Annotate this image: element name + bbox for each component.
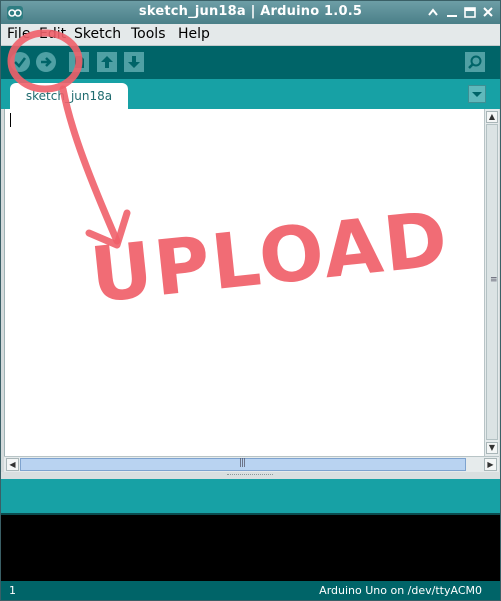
new-icon[interactable] [68, 51, 90, 73]
title-bar: sketch_jun18a | Arduino 1.0.5 [1, 1, 500, 24]
maximize-icon[interactable] [462, 5, 478, 20]
line-number: 1 [9, 584, 16, 597]
tab-menu-button[interactable] [468, 85, 486, 103]
menu-sketch[interactable]: Sketch [74, 26, 121, 43]
toolbar [1, 46, 500, 79]
minimize-icon[interactable] [444, 5, 460, 20]
verify-icon[interactable] [9, 51, 31, 73]
open-icon[interactable] [96, 51, 118, 73]
menu-tools[interactable]: Tools [131, 26, 166, 43]
scroll-up-icon[interactable]: ▲ [486, 111, 498, 123]
horizontal-scroll-thumb[interactable]: ||| [20, 458, 466, 471]
vertical-scroll-thumb[interactable]: ≡ [486, 124, 498, 440]
menu-bar: File Edit Sketch Tools Help [1, 24, 500, 46]
scroll-down-icon[interactable]: ▼ [486, 442, 498, 454]
triangle-down-icon [472, 92, 482, 97]
serial-monitor-icon[interactable] [464, 51, 486, 73]
menu-file[interactable]: File [7, 26, 30, 43]
board-port-label: Arduino Uno on /dev/ttyACM0 [319, 584, 482, 597]
move-up-icon[interactable] [425, 5, 441, 20]
arduino-window: sketch_jun18a | Arduino 1.0.5 File Edit … [0, 0, 501, 601]
scroll-right-icon[interactable]: ▶ [484, 458, 497, 471]
tab-sketch[interactable]: sketch_jun18a [10, 83, 128, 109]
text-caret [10, 113, 11, 127]
grip-icon: ||| [239, 458, 246, 468]
console-output [1, 513, 500, 583]
save-icon[interactable] [123, 51, 145, 73]
upload-icon[interactable] [35, 51, 57, 73]
status-footer: 1 Arduino Uno on /dev/ttyACM0 [1, 581, 500, 600]
pane-splitter[interactable] [1, 472, 500, 479]
menu-help[interactable]: Help [178, 26, 210, 43]
message-area [1, 479, 500, 513]
horizontal-scrollbar[interactable]: ◀ ||| ▶ [4, 456, 499, 472]
vertical-scrollbar[interactable]: ▲ ≡ ▼ [484, 109, 499, 456]
splitter-grip-icon [227, 474, 273, 477]
grip-icon: ≡ [490, 275, 497, 285]
menu-edit[interactable]: Edit [39, 26, 66, 43]
close-icon[interactable] [480, 5, 496, 20]
scroll-left-icon[interactable]: ◀ [6, 458, 19, 471]
tab-strip: sketch_jun18a [1, 79, 500, 109]
tab-label: sketch_jun18a [25, 89, 113, 103]
